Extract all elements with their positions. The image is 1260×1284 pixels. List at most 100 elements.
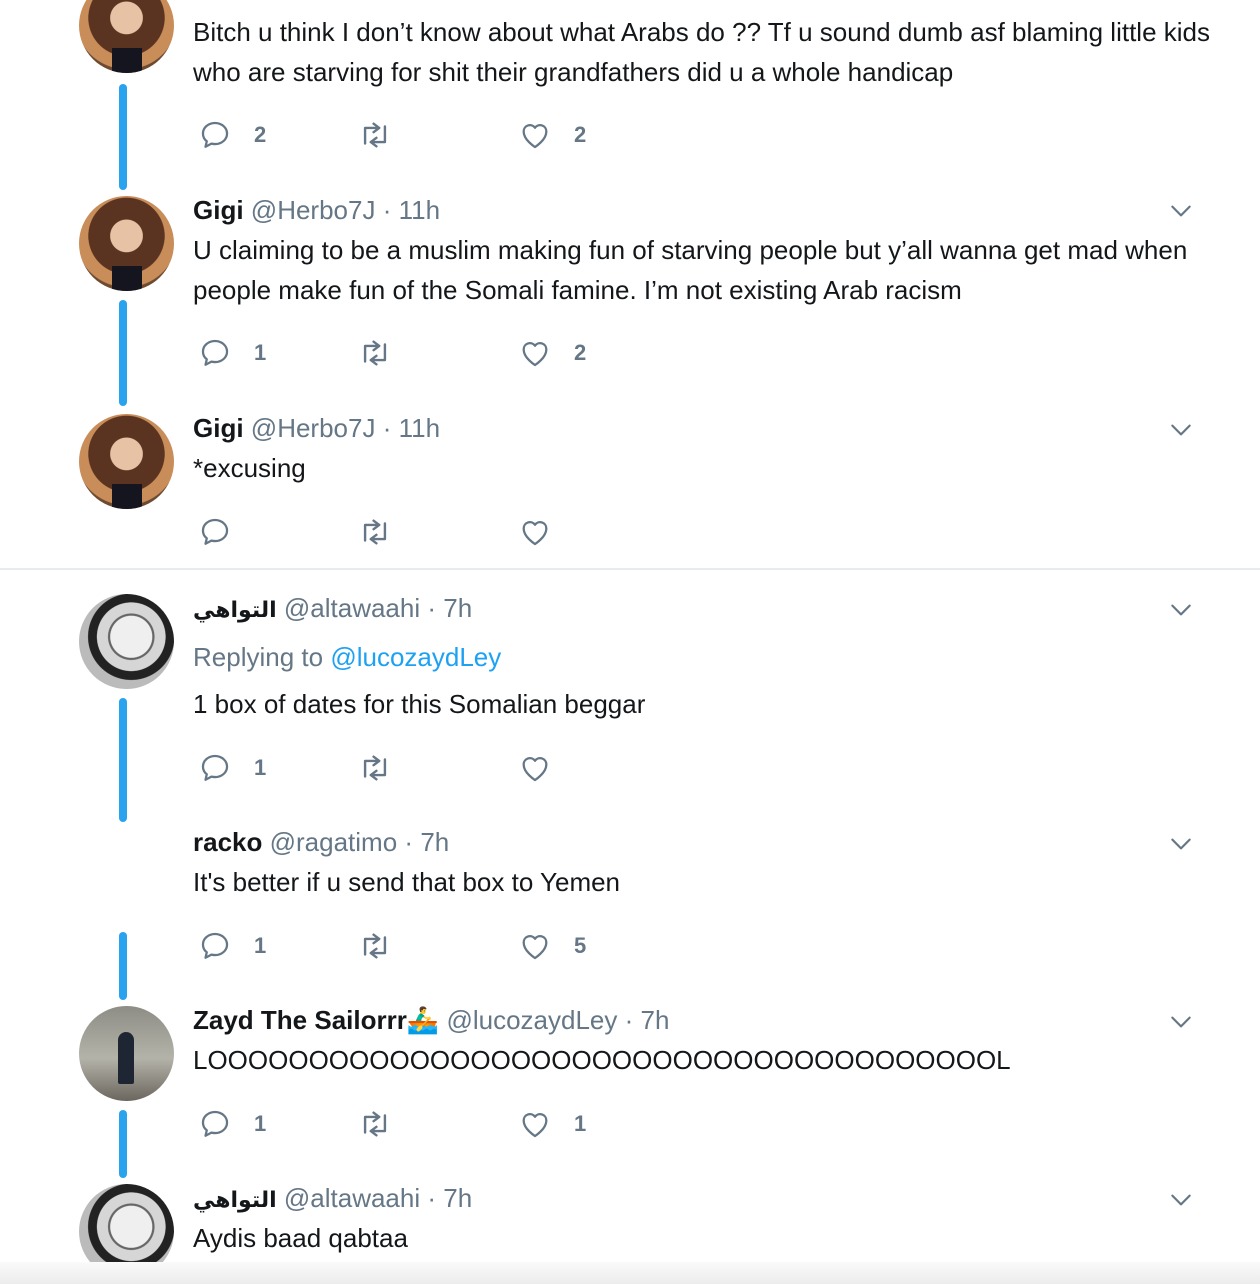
author-name[interactable]: racko <box>193 827 262 857</box>
separator-dot: · <box>427 1183 437 1213</box>
author-name[interactable]: Gigi <box>193 195 244 225</box>
tweet-actions: 1 5 <box>198 929 618 963</box>
retweet-button[interactable] <box>356 751 416 785</box>
retweet-button[interactable] <box>356 929 416 963</box>
author-name[interactable]: التواهي <box>193 1188 277 1213</box>
like-button[interactable] <box>518 515 574 549</box>
timestamp[interactable]: 11h <box>399 413 440 443</box>
retweet-icon <box>363 340 387 366</box>
heart-icon <box>522 1113 548 1138</box>
retweet-icon <box>363 1111 387 1137</box>
reply-icon <box>201 754 229 781</box>
tweet-text: Aydis baad qabtaa <box>193 1223 408 1253</box>
tweet-text: LOOOOOOOOOOOOOOOOOOOOOOOOOOOOOOOOOOOOOOO… <box>193 1045 1011 1075</box>
like-button[interactable]: 2 <box>518 118 586 152</box>
timestamp[interactable]: 7h <box>420 827 449 857</box>
author-handle[interactable]: @altawaahi <box>284 593 420 623</box>
author-name[interactable]: Zayd The Sailorrr🚣‍♂️ <box>193 1005 439 1035</box>
heart-icon <box>522 935 548 960</box>
reply-icon <box>201 932 229 959</box>
thread-line <box>119 932 127 1000</box>
thread-line <box>119 1110 127 1178</box>
tweet-header: التواهي @altawaahi · 7h <box>193 592 472 627</box>
chevron-down-icon[interactable] <box>1168 831 1194 857</box>
like-count: 2 <box>574 340 587 365</box>
heart-icon <box>522 342 548 367</box>
replying-to-label: Replying to <box>193 642 324 672</box>
like-button[interactable]: 1 <box>518 1107 586 1141</box>
heart-icon <box>522 124 548 149</box>
retweet-button[interactable] <box>356 118 416 152</box>
timestamp[interactable]: 7h <box>443 593 472 623</box>
like-count: 1 <box>574 1111 587 1136</box>
retweet-button[interactable] <box>356 1107 416 1141</box>
replying-to: Replying to @lucozaydLey <box>193 641 501 673</box>
separator-dot: · <box>382 195 392 225</box>
avatar[interactable] <box>79 1006 174 1101</box>
bottom-fade <box>0 1262 1260 1284</box>
avatar[interactable] <box>79 414 174 509</box>
reply-button[interactable] <box>198 515 254 549</box>
author-name[interactable]: Gigi <box>193 413 244 443</box>
reply-count: 1 <box>254 933 267 958</box>
avatar[interactable] <box>79 594 174 689</box>
tweet-header: التواهي @altawaahi · 7h <box>193 1182 472 1217</box>
reply-button[interactable]: 1 <box>198 1107 266 1141</box>
timestamp[interactable]: 7h <box>641 1005 670 1035</box>
like-button[interactable]: 5 <box>518 929 586 963</box>
thread-line <box>119 698 127 822</box>
tweet-actions: 1 <box>198 751 618 785</box>
tweet-actions: 2 2 <box>198 118 618 152</box>
separator-dot: · <box>427 593 437 623</box>
chevron-down-icon[interactable] <box>1168 1009 1194 1035</box>
avatar[interactable] <box>79 0 174 73</box>
reply-count: 1 <box>254 1111 267 1136</box>
like-count: 2 <box>574 122 587 147</box>
chevron-down-icon[interactable] <box>1168 417 1194 443</box>
author-handle[interactable]: @Herbo7J <box>251 413 376 443</box>
chevron-down-icon[interactable] <box>1168 597 1194 623</box>
reply-icon <box>201 518 229 545</box>
tweet-text: *excusing <box>193 453 306 483</box>
tweet-header: Gigi @Herbo7J · 11h <box>193 194 440 226</box>
heart-icon <box>522 757 548 782</box>
retweet-icon <box>363 933 387 959</box>
timestamp[interactable]: 11h <box>399 195 440 225</box>
author-handle[interactable]: @Herbo7J <box>251 195 376 225</box>
author-handle[interactable]: @altawaahi <box>284 1183 420 1213</box>
retweet-icon <box>363 755 387 781</box>
avatar[interactable] <box>79 196 174 291</box>
separator-dot: · <box>382 413 392 443</box>
chevron-down-icon[interactable] <box>1168 1187 1194 1213</box>
reply-button[interactable]: 1 <box>198 336 266 370</box>
tweet-header: Zayd The Sailorrr🚣‍♂️ @lucozaydLey · 7h <box>193 1004 669 1036</box>
like-button[interactable] <box>518 751 574 785</box>
retweet-button[interactable] <box>356 336 416 370</box>
tweet-text: Bitch u think I don’t know about what Ar… <box>193 17 1210 87</box>
author-name[interactable]: التواهي <box>193 598 277 623</box>
reply-button[interactable]: 1 <box>198 929 266 963</box>
replying-to-link[interactable]: @lucozaydLey <box>330 642 501 672</box>
reply-button[interactable]: 1 <box>198 751 266 785</box>
tweet-header: racko @ragatimo · 7h <box>193 826 449 858</box>
tweet-text: U claiming to be a muslim making fun of … <box>193 235 1188 305</box>
tweet-text: It's better if u send that box to Yemen <box>193 867 621 897</box>
reply-count: 1 <box>254 340 267 365</box>
like-button[interactable]: 2 <box>518 336 586 370</box>
reply-icon <box>201 1110 229 1137</box>
reply-count: 2 <box>254 122 267 147</box>
conversation-divider <box>0 568 1260 570</box>
chevron-down-icon[interactable] <box>1168 198 1194 224</box>
retweet-button[interactable] <box>356 515 416 549</box>
reply-count: 1 <box>254 755 267 780</box>
tweet-actions: 1 1 <box>198 1107 618 1141</box>
author-handle[interactable]: @lucozaydLey <box>446 1005 617 1035</box>
separator-dot: · <box>624 1005 634 1035</box>
timestamp[interactable]: 7h <box>443 1183 472 1213</box>
like-count: 5 <box>574 933 587 958</box>
author-handle[interactable]: @ragatimo <box>270 827 398 857</box>
reply-icon <box>201 121 229 148</box>
reply-button[interactable]: 2 <box>198 118 266 152</box>
tweet-actions: 1 2 <box>198 336 618 370</box>
retweet-icon <box>363 519 387 545</box>
